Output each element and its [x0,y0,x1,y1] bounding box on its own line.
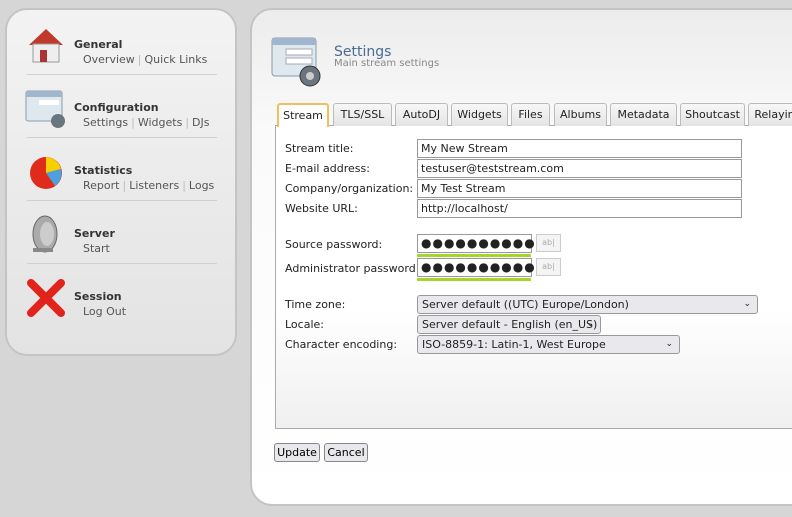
separator: | [137,53,142,66]
timezone-label: Time zone: [285,298,346,311]
separator: | [131,116,135,129]
tab-files[interactable]: Files [511,103,550,126]
separator: | [182,179,186,192]
sidebar-link[interactable]: Log Out [83,305,126,318]
page-subtitle: Main stream settings [334,58,440,69]
email-input[interactable]: testuser@teststream.com [417,159,742,178]
email-label: E-mail address: [285,162,370,175]
divider [27,74,217,75]
sidebar-section-server: Server Start [7,202,235,265]
sidebar-link[interactable]: Widgets [138,116,182,129]
sidebar-nav: General Overview | Quick Links Configurati… [5,8,237,356]
tab-metadata[interactable]: Metadata [610,103,677,126]
chevron-down-icon: ⌄ [665,339,673,349]
locale-label: Locale: [285,318,324,331]
sidebar-links: Overview | Quick Links [83,53,207,66]
sidebar-section-title: Session [74,290,122,303]
separator: | [122,179,127,192]
sidebar-section-title: Statistics [74,164,133,177]
timezone-select[interactable]: Server default ((UTC) Europe/London) ⌄ [417,295,758,314]
stream-title-input[interactable]: My New Stream [417,139,742,158]
tab-widgets[interactable]: Widgets [451,103,508,126]
chevron-down-icon: ⌄ [743,299,751,309]
source-password-strength [417,254,531,257]
admin-password-input[interactable]: ●●●●●●●●●●● [417,258,546,277]
divider [27,200,217,201]
encoding-select[interactable]: ISO-8859-1: Latin-1, West Europe ⌄ [417,335,680,354]
sidebar-links: Log Out [83,305,126,318]
sidebar-section-title: Configuration [74,101,159,114]
sidebar-section-session: Session Log Out [7,265,235,328]
sidebar-section-title: Server [74,227,115,240]
red-x-icon [27,279,65,317]
source-password-label: Source password: [285,238,383,251]
tab-shoutcast[interactable]: Shoutcast [680,103,745,126]
config-form-icon [271,37,321,87]
tab-relaying[interactable]: Relaying [748,103,792,126]
sidebar-links: Settings | Widgets | DJs [83,116,209,129]
update-button[interactable]: Update [274,443,320,462]
tab-autodj[interactable]: AutoDJ [395,103,448,126]
sidebar-section-title: General [74,38,123,51]
sidebar-link[interactable]: Quick Links [145,53,208,66]
divider [27,137,217,138]
cancel-button[interactable]: Cancel [324,443,368,462]
sidebar-links: Report | Listeners | Logs [83,179,214,192]
config-form-icon [25,90,65,128]
locale-value: Server default - English (en_US) [422,318,598,331]
sidebar-section-configuration: Configuration Settings | Widgets | DJs [7,76,235,139]
company-input[interactable]: My Test Stream [417,179,742,198]
tab-tlsssl[interactable]: TLS/SSL [333,103,392,126]
tab-albums[interactable]: Albums [554,103,607,126]
pie-chart-icon [30,157,62,189]
encoding-label: Character encoding: [285,338,398,351]
sidebar-link[interactable]: Report [83,179,119,192]
sidebar-link[interactable]: Settings [83,116,128,129]
sidebar-link[interactable]: Logs [189,179,214,192]
show-source-password-button[interactable]: ab| [536,234,561,252]
admin-password-strength [417,278,531,281]
sidebar-link[interactable]: Start [83,242,110,255]
locale-select[interactable]: Server default - English (en_US) ⌄ [417,315,601,334]
sidebar-link[interactable]: DJs [192,116,209,129]
sidebar-section-general: General Overview | Quick Links [7,13,235,76]
website-input[interactable]: http://localhost/ [417,199,742,218]
divider [27,263,217,264]
website-label: Website URL: [285,202,358,215]
encoding-value: ISO-8859-1: Latin-1, West Europe [422,338,606,351]
sidebar-link[interactable]: Overview [83,53,135,66]
company-label: Company/organization: [285,182,414,195]
stream-title-label: Stream title: [285,142,354,155]
separator: | [185,116,190,129]
satellite-dish-icon [32,215,58,253]
source-password-input[interactable]: ●●●●●●●●●●●● [417,234,558,253]
timezone-value: Server default ((UTC) Europe/London) [422,298,629,311]
sidebar-link[interactable]: Listeners [129,179,179,192]
house-icon [29,29,63,63]
sidebar-section-statistics: Statistics Report | Listeners | Logs [7,139,235,202]
sidebar-links: Start [83,242,110,255]
show-admin-password-button[interactable]: ab| [536,258,561,276]
admin-password-label: Administrator password: [285,262,420,275]
chevron-down-icon: ⌄ [586,319,594,329]
tab-stream[interactable]: Stream [277,103,329,127]
